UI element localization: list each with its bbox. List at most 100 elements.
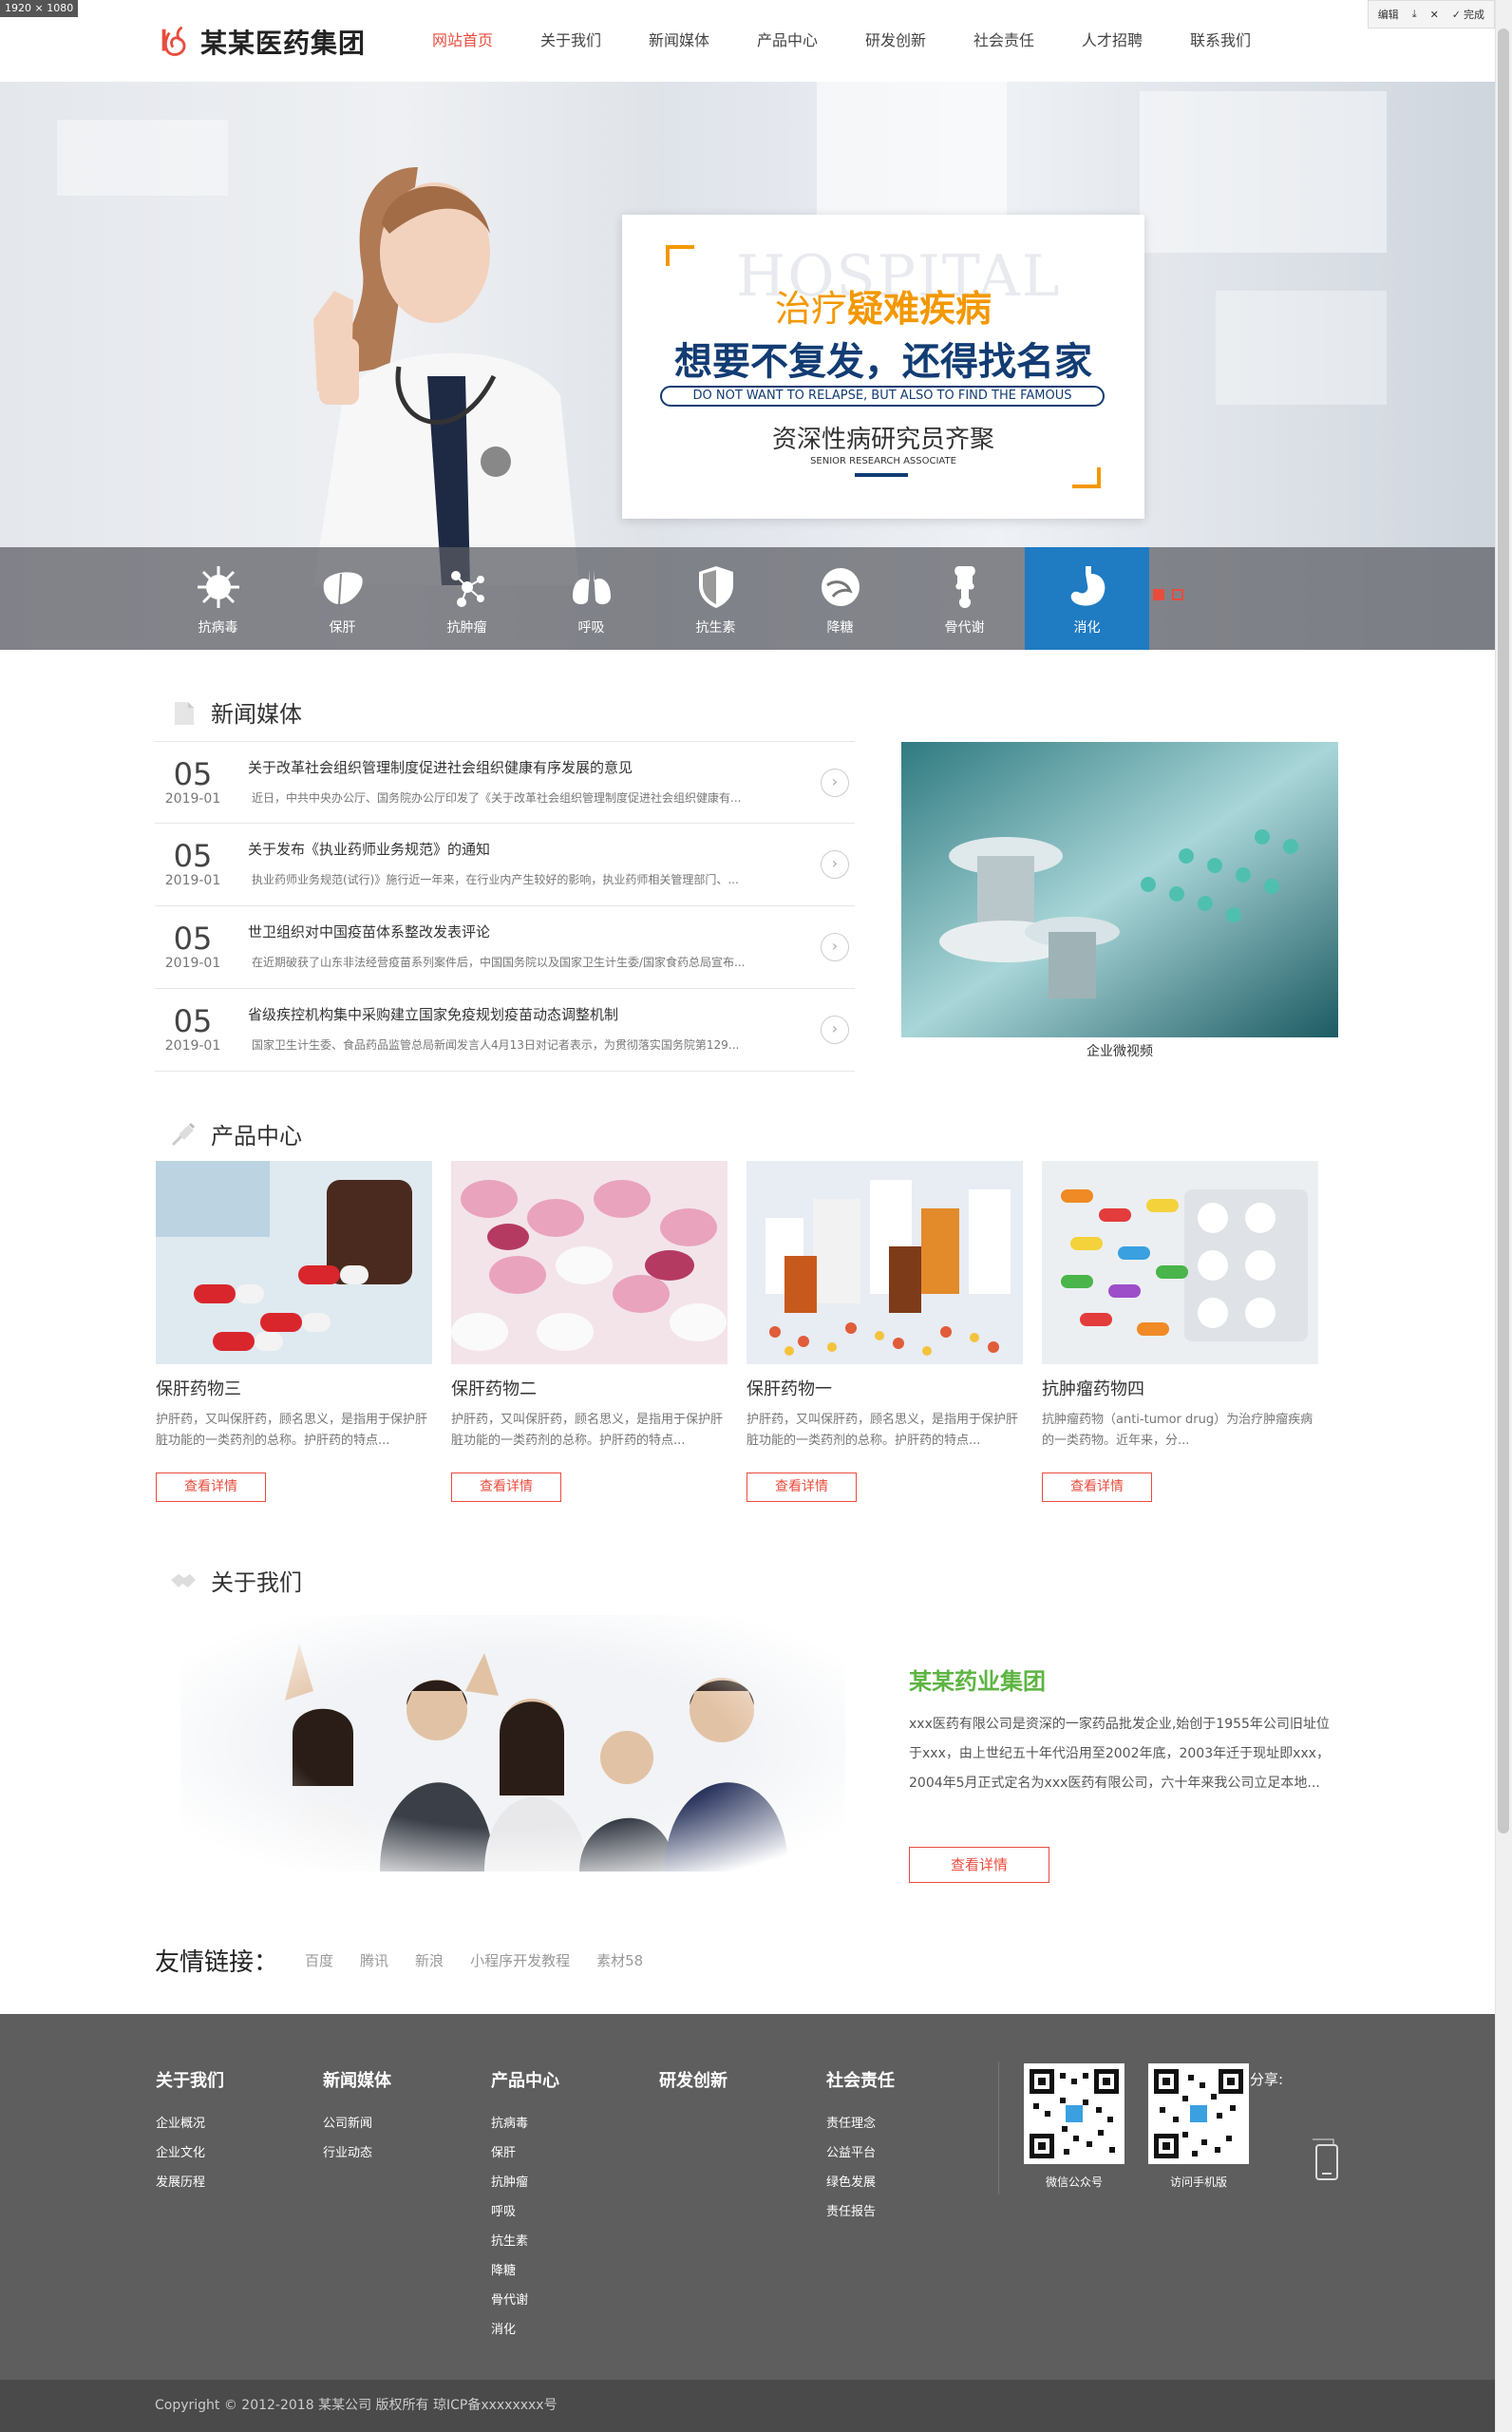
- footer-link[interactable]: 企业概况: [156, 2109, 224, 2138]
- about-details-button[interactable]: 查看详情: [909, 1847, 1049, 1883]
- nav-news[interactable]: 新闻媒体: [625, 0, 733, 82]
- product-name[interactable]: 保肝药物二: [451, 1376, 728, 1400]
- friend-link[interactable]: 腾讯: [360, 1950, 388, 1970]
- nav-about[interactable]: 关于我们: [517, 0, 625, 82]
- site-header: 某某医药集团 网站首页 关于我们 新闻媒体 产品中心 研发创新 社会责任 人才招…: [0, 0, 1495, 82]
- footer-link[interactable]: 抗肿瘤: [491, 2168, 559, 2197]
- logo-text: 某某医药集团: [200, 28, 367, 59]
- product-name[interactable]: 抗肿瘤药物四: [1042, 1376, 1318, 1400]
- stomach-icon: [1070, 566, 1105, 606]
- footer-link[interactable]: 责任报告: [826, 2197, 895, 2227]
- news-item[interactable]: 05 2019-01 关于改革社会组织管理制度促进社会组织健康有序发展的意见 近日…: [155, 741, 855, 824]
- friend-link[interactable]: 小程序开发教程: [470, 1950, 570, 1970]
- scrollbar-thumb[interactable]: [1498, 28, 1509, 1834]
- category-bar: 抗病毒 保肝 抗肿瘤 呼吸 抗生素 降糖 骨代谢 消化: [0, 547, 1495, 650]
- close-icon[interactable]: ✕: [1430, 9, 1439, 21]
- news-item[interactable]: 05 2019-01 世卫组织对中国疫苗体系整改发表评论 在近期破获了山东非法经营…: [155, 906, 855, 989]
- ad-subheading: 资深性病研究员齐聚: [771, 426, 994, 454]
- footer-link[interactable]: 降糖: [491, 2256, 559, 2286]
- product-name[interactable]: 保肝药物一: [747, 1376, 1023, 1400]
- footer-link[interactable]: 公司新闻: [323, 2109, 391, 2138]
- news-title[interactable]: 关于发布《执业药师业务规范》的通知: [248, 839, 490, 859]
- nav-contact[interactable]: 联系我们: [1166, 0, 1275, 82]
- nav-products[interactable]: 产品中心: [733, 0, 841, 82]
- product-image[interactable]: [747, 1161, 1023, 1364]
- category-antivirus[interactable]: 抗病毒: [156, 547, 280, 650]
- product-description: 护肝药，又叫保肝药，顾名思义，是指用于保护肝脏功能的一类药剂的总称。护肝药的特点…: [156, 1413, 428, 1448]
- document-icon: [175, 701, 194, 725]
- footer-link[interactable]: 抗生素: [491, 2227, 559, 2256]
- product-image[interactable]: [1042, 1161, 1318, 1364]
- friend-link[interactable]: 百度: [305, 1950, 333, 1970]
- chevron-right-icon[interactable]: ›: [821, 769, 849, 797]
- news-date: 05 2019-01: [164, 756, 221, 807]
- friend-links-title: 友情链接：: [155, 1948, 279, 1977]
- footer-link[interactable]: 抗病毒: [491, 2109, 559, 2138]
- chevron-right-icon[interactable]: ›: [821, 1016, 849, 1044]
- product-card[interactable]: 保肝药物三 护肝药，又叫保肝药，顾名思义，是指用于保护肝脏功能的一类药剂的总称。…: [156, 1161, 432, 1502]
- footer-column-title[interactable]: 新闻媒体: [323, 2067, 391, 2092]
- friend-link[interactable]: 素材58: [596, 1950, 643, 1970]
- news-item[interactable]: 05 2019-01 关于发布《执业药师业务规范》的通知 执业药师业务规范(试行)…: [155, 824, 855, 906]
- product-card[interactable]: 保肝药物二 护肝药，又叫保肝药，顾名思义，是指用于保护肝脏功能的一类药剂的总称。…: [451, 1161, 728, 1502]
- view-details-button[interactable]: 查看详情: [747, 1472, 857, 1502]
- video-caption: 企业微视频: [1087, 1044, 1153, 1059]
- chevron-right-icon[interactable]: ›: [821, 850, 849, 879]
- category-liver[interactable]: 保肝: [280, 547, 405, 650]
- site-logo[interactable]: 某某医药集团: [157, 23, 366, 61]
- chevron-right-icon[interactable]: ›: [821, 933, 849, 961]
- section-title-text: 关于我们: [211, 1569, 302, 1596]
- nav-home[interactable]: 网站首页: [408, 0, 517, 82]
- footer-column-research: 研发创新: [659, 2067, 728, 2109]
- news-title[interactable]: 世卫组织对中国疫苗体系整改发表评论: [248, 922, 490, 941]
- footer-link[interactable]: 责任理念: [826, 2109, 895, 2138]
- category-antibiotic[interactable]: 抗生素: [653, 547, 778, 650]
- download-icon[interactable]: ⤓: [1412, 8, 1417, 21]
- footer-column-title[interactable]: 研发创新: [659, 2067, 728, 2092]
- mobile-phone-icon[interactable]: [1313, 2138, 1341, 2181]
- footer-link[interactable]: 骨代谢: [491, 2286, 559, 2315]
- news-title[interactable]: 省级疾控机构集中采购建立国家免疫规划疫苗动态调整机制: [248, 1004, 618, 1024]
- nav-careers[interactable]: 人才招聘: [1058, 0, 1166, 82]
- view-details-button[interactable]: 查看详情: [451, 1472, 561, 1502]
- category-glucose[interactable]: 降糖: [778, 547, 902, 650]
- news-item[interactable]: 05 2019-01 省级疾控机构集中采购建立国家免疫规划疫苗动态调整机制 国家卫…: [155, 989, 855, 1072]
- footer-link[interactable]: 呼吸: [491, 2197, 559, 2227]
- done-button[interactable]: ✓ 完成: [1452, 7, 1484, 22]
- footer-link[interactable]: 消化: [491, 2315, 559, 2345]
- slide-dot-1[interactable]: [1153, 589, 1164, 600]
- company-video[interactable]: [901, 742, 1338, 1037]
- view-details-button[interactable]: 查看详情: [156, 1472, 266, 1502]
- category-digestive[interactable]: 消化: [1025, 547, 1149, 650]
- view-details-button[interactable]: 查看详情: [1042, 1472, 1152, 1502]
- footer-column-title[interactable]: 产品中心: [491, 2067, 559, 2092]
- slide-dot-2[interactable]: [1172, 589, 1183, 600]
- ad-underline: [855, 473, 908, 477]
- nav-research[interactable]: 研发创新: [841, 0, 950, 82]
- news-title[interactable]: 关于改革社会组织管理制度促进社会组织健康有序发展的意见: [248, 757, 633, 777]
- banner-ad-card[interactable]: HOSPITAL 治疗疑难疾病 想要不复发，还得找名家 DO NOT WANT …: [622, 215, 1144, 519]
- qr-code-icon: [1024, 2063, 1125, 2164]
- edit-button[interactable]: 编辑: [1378, 7, 1399, 22]
- news-summary: 在近期破获了山东非法经营疫苗系列案件后，中国国务院以及国家卫生计生委/国家食药总…: [252, 956, 746, 969]
- friend-link[interactable]: 新浪: [415, 1950, 444, 1970]
- footer-link[interactable]: 公益平台: [826, 2138, 895, 2168]
- footer-link[interactable]: 绿色发展: [826, 2168, 895, 2197]
- category-label: 骨代谢: [944, 620, 985, 636]
- product-card[interactable]: 抗肿瘤药物四 抗肿瘤药物（anti-tumor drug）为治疗肿瘤疾病的一类药…: [1042, 1161, 1318, 1502]
- nav-responsibility[interactable]: 社会责任: [950, 0, 1058, 82]
- footer-column-title[interactable]: 社会责任: [826, 2067, 895, 2092]
- category-bone[interactable]: 骨代谢: [902, 547, 1027, 650]
- footer-column-title[interactable]: 关于我们: [156, 2067, 224, 2092]
- footer-link[interactable]: 保肝: [491, 2138, 559, 2168]
- product-card[interactable]: 保肝药物一 护肝药，又叫保肝药，顾名思义，是指用于保护肝脏功能的一类药剂的总称。…: [747, 1161, 1023, 1502]
- product-name[interactable]: 保肝药物三: [156, 1376, 432, 1400]
- product-image[interactable]: [156, 1161, 432, 1364]
- product-image[interactable]: [451, 1161, 728, 1364]
- qr-label: 微信公众号: [1045, 2176, 1103, 2189]
- category-antitumor[interactable]: 抗肿瘤: [405, 547, 529, 650]
- category-respiratory[interactable]: 呼吸: [529, 547, 653, 650]
- footer-link[interactable]: 发展历程: [156, 2168, 224, 2197]
- footer-link[interactable]: 行业动态: [323, 2138, 391, 2168]
- footer-link[interactable]: 企业文化: [156, 2138, 224, 2168]
